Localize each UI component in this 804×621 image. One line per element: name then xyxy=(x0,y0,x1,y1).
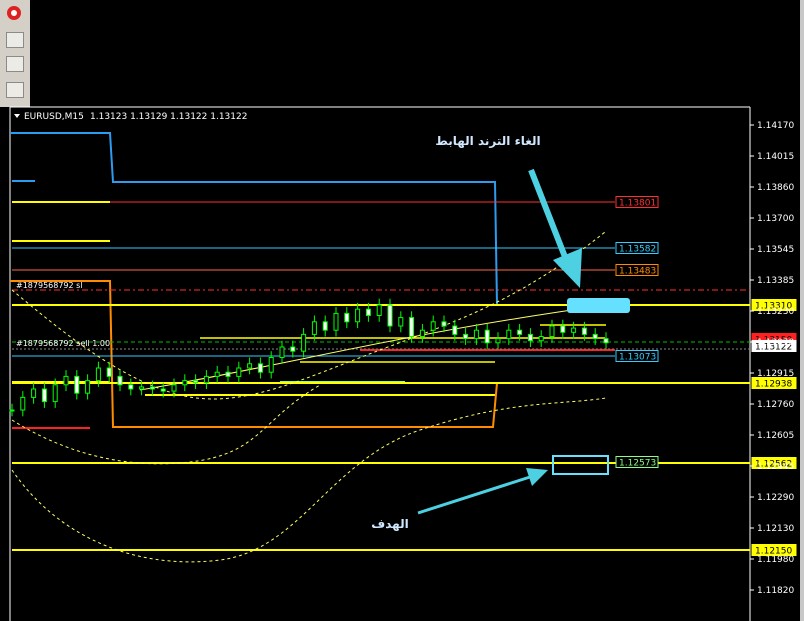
level-label: 1.13582 xyxy=(619,245,656,255)
y-tick-label: 1.12915 xyxy=(757,369,794,379)
candle-body xyxy=(581,327,587,335)
candle-body xyxy=(333,312,339,331)
y-tick-label: 1.11820 xyxy=(757,586,794,596)
candle-body xyxy=(398,317,404,327)
level-label: 1.12573 xyxy=(619,459,656,469)
candle-body xyxy=(527,333,533,342)
chart-ohlc: 1.13123 1.13129 1.13122 1.13122 xyxy=(90,112,247,122)
candle-body xyxy=(117,375,123,386)
candle-body xyxy=(149,386,155,390)
candle-body xyxy=(365,308,371,317)
candle-body xyxy=(311,321,317,335)
candle-body xyxy=(495,338,501,344)
y-tick-label: 1.12290 xyxy=(757,493,794,503)
candle-body xyxy=(203,375,209,384)
candle-body xyxy=(290,346,296,352)
candle-body xyxy=(247,363,253,369)
candle-body xyxy=(344,312,350,323)
candle-body xyxy=(484,329,490,344)
price-chart[interactable]: EURUSD,M15 1.13123 1.13129 1.13122 1.131… xyxy=(0,0,804,621)
y-tick-label: 1.14170 xyxy=(757,121,794,131)
candle-body xyxy=(63,375,69,386)
candle-body xyxy=(106,367,112,377)
candle-body xyxy=(592,333,598,340)
candle-body xyxy=(193,380,199,384)
y-tick-label: 1.14015 xyxy=(757,152,794,162)
moving-average-line xyxy=(139,303,616,391)
blue-channel-line xyxy=(10,132,498,306)
candle-body xyxy=(20,396,26,411)
cancel-zone-box xyxy=(567,298,630,313)
price-axis: 1.14170 1.14015 1.13860 1.13700 1.13545 1.133… xyxy=(750,121,794,596)
upper-band-curve xyxy=(11,231,606,400)
target-text: الهدف xyxy=(371,517,408,531)
level-label: 1.13483 xyxy=(619,267,656,277)
y-tick-label: 1.12445 xyxy=(757,462,794,472)
orange-channel-line xyxy=(10,280,606,428)
candle-body xyxy=(182,380,188,386)
candle-body xyxy=(139,386,145,390)
y-tick-label: 1.13385 xyxy=(757,276,794,286)
candle-body xyxy=(376,304,382,316)
candle-body xyxy=(31,388,37,398)
candle-body xyxy=(409,317,415,338)
y-tick-label: 1.13545 xyxy=(757,245,794,255)
candle-body xyxy=(355,308,361,323)
candle-body xyxy=(549,325,555,337)
candle-body xyxy=(95,367,101,382)
candle-body xyxy=(506,329,512,340)
y-tick-label: 1.13070 xyxy=(757,338,794,348)
candle-body xyxy=(236,367,242,377)
y-tick-label: 1.13700 xyxy=(757,214,794,224)
candle-body xyxy=(52,384,58,403)
chart-symbol: EURUSD,M15 xyxy=(24,112,84,122)
candle-body xyxy=(214,371,220,377)
candle-body xyxy=(160,388,166,392)
level-label: 1.13073 xyxy=(619,353,656,363)
level-label: 1.12938 xyxy=(755,380,792,390)
y-tick-label: 1.12605 xyxy=(757,431,794,441)
y-tick-label: 1.13230 xyxy=(757,307,794,317)
candle-body xyxy=(452,325,458,335)
candle-body xyxy=(560,325,566,333)
y-tick-label: 1.12130 xyxy=(757,524,794,534)
candle-body xyxy=(225,371,231,377)
candle-body xyxy=(322,321,328,331)
target-arrow xyxy=(417,468,548,515)
candle-body xyxy=(279,346,285,358)
candle-body xyxy=(171,384,177,392)
y-tick-label: 1.13860 xyxy=(757,183,794,193)
level-label: 1.13801 xyxy=(619,199,656,209)
target-zone-box xyxy=(552,455,609,475)
candle-body xyxy=(430,321,436,331)
candle-body xyxy=(41,388,47,403)
candle-body xyxy=(268,357,274,373)
candle-body xyxy=(9,409,15,412)
candle-body xyxy=(257,363,263,373)
cancel-downtrend-text: الغاء الترند الهابط xyxy=(435,134,540,148)
candle-body xyxy=(473,329,479,340)
candle-body xyxy=(463,333,469,340)
candle-body xyxy=(419,329,425,338)
candle-body xyxy=(603,338,609,344)
candle-body xyxy=(301,333,307,352)
middle-band-curve xyxy=(11,384,321,465)
sl-order-label[interactable]: #1879568792 sl xyxy=(16,281,83,290)
candle-body xyxy=(128,384,134,390)
candle-body xyxy=(441,321,447,327)
candle-body xyxy=(517,329,523,335)
y-tick-label: 1.11980 xyxy=(757,555,794,565)
candle-body xyxy=(571,327,577,333)
y-tick-label: 1.12760 xyxy=(757,400,794,410)
sell-order-label[interactable]: #1879568792 sell 1.00 xyxy=(16,339,110,348)
chart-menu-icon[interactable] xyxy=(14,114,20,118)
candle-body xyxy=(387,304,393,327)
candle-body xyxy=(538,336,544,342)
candle-body xyxy=(74,375,80,394)
candle-body xyxy=(85,380,91,394)
